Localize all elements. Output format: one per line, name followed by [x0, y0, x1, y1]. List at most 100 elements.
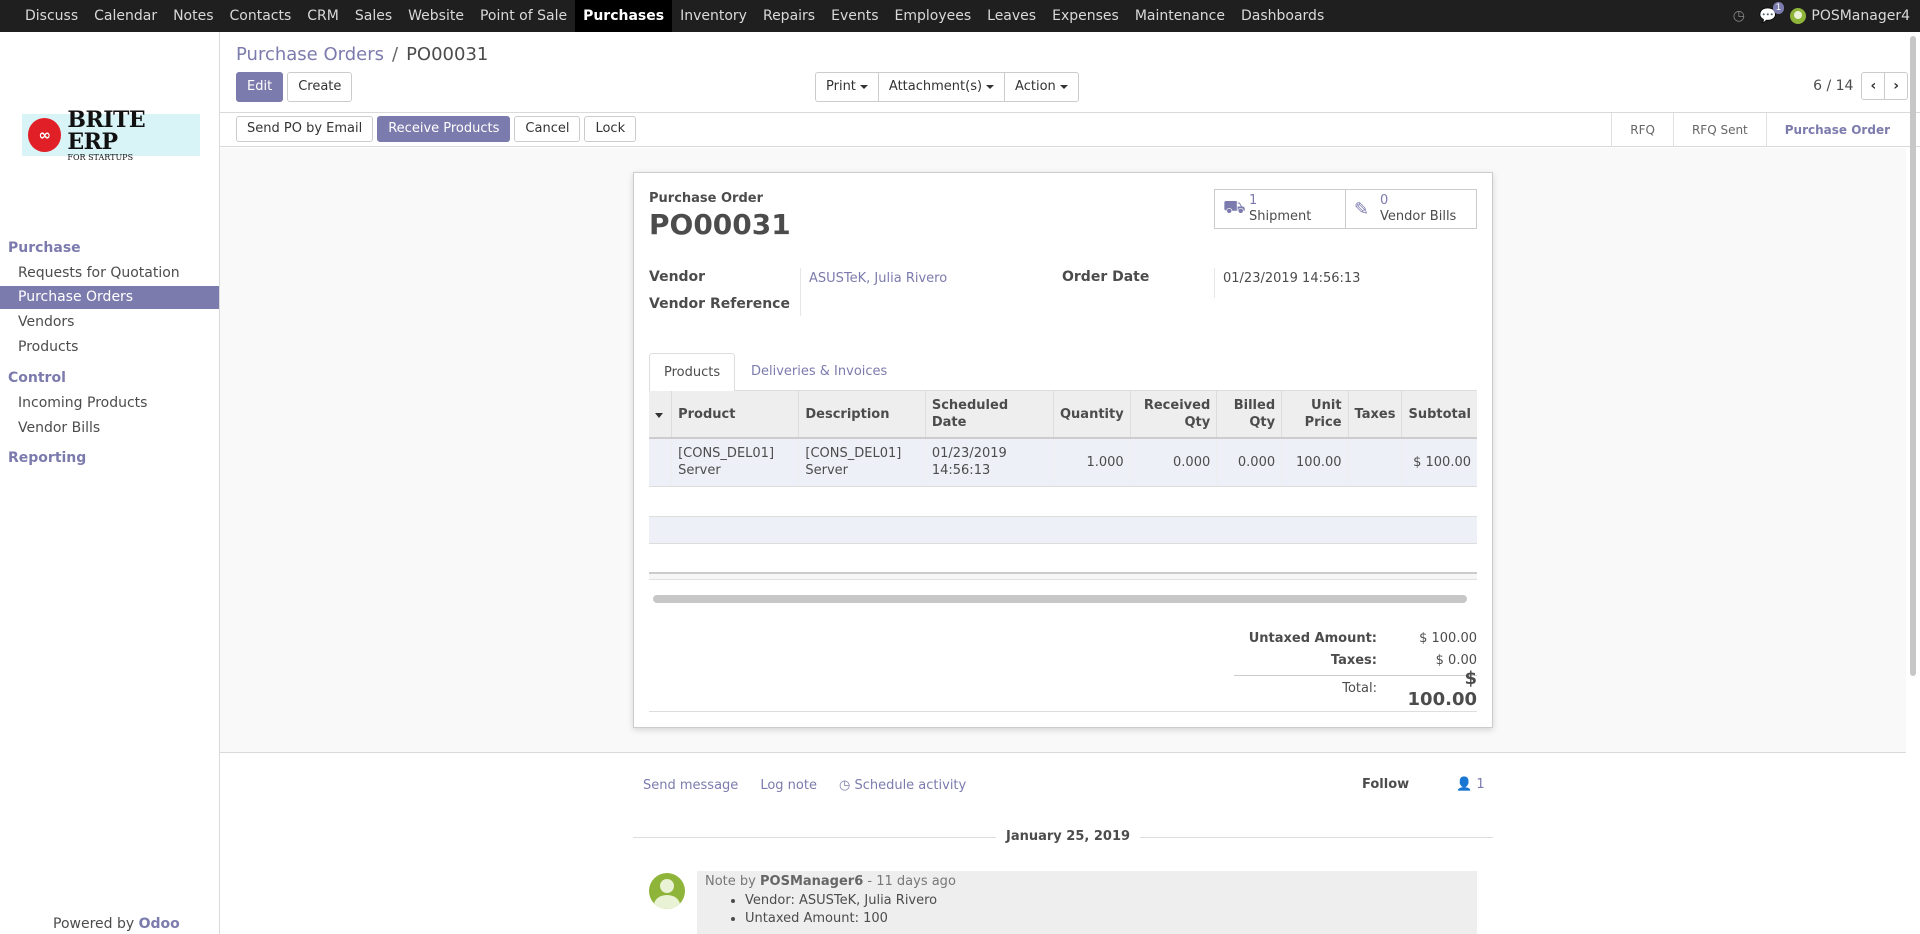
- col-subtotal[interactable]: Subtotal: [1401, 391, 1477, 439]
- section-purchase: Purchase: [8, 240, 81, 256]
- schedule-activity-button[interactable]: ◷ Schedule activity: [839, 778, 966, 793]
- col-product[interactable]: Product: [671, 391, 800, 439]
- action-dropdown[interactable]: Action: [1004, 72, 1079, 102]
- total-row: Total: $ 100.00: [1234, 668, 1477, 710]
- sort-handle-column[interactable]: [649, 391, 673, 439]
- col-taxes[interactable]: Taxes: [1348, 391, 1403, 439]
- menu-notes[interactable]: Notes: [165, 0, 221, 32]
- follow-button[interactable]: Follow: [1362, 777, 1409, 792]
- log-note-button[interactable]: Log note: [760, 778, 817, 793]
- send-message-button[interactable]: Send message: [643, 778, 738, 793]
- message-prefix: Note by: [705, 874, 756, 889]
- powered-by: Powered by Odoo: [53, 916, 180, 932]
- message-author[interactable]: POSManager6: [760, 874, 863, 889]
- vendor-link[interactable]: ASUSTeK, Julia Rivero: [809, 271, 947, 286]
- messages-badge: 1: [1772, 2, 1785, 14]
- menu-leaves[interactable]: Leaves: [979, 0, 1044, 32]
- menu-crm[interactable]: CRM: [299, 0, 347, 32]
- menu-discuss[interactable]: Discuss: [17, 0, 86, 32]
- top-navbar: Discuss Calendar Notes Contacts CRM Sale…: [0, 0, 1920, 32]
- po-number: PO00031: [649, 208, 791, 241]
- breadcrumb-purchase-orders[interactable]: Purchase Orders: [236, 44, 384, 65]
- menu-website[interactable]: Website: [400, 0, 472, 32]
- menu-maintenance[interactable]: Maintenance: [1127, 0, 1233, 32]
- form-sheet: Purchase Order PO00031 ⛟ 1 Shipment ✎ 0 Ve…: [633, 172, 1493, 728]
- vendor-bills-smart-button[interactable]: ✎ 0 Vendor Bills: [1345, 189, 1477, 229]
- menu-expenses[interactable]: Expenses: [1044, 0, 1127, 32]
- activity-clock-icon[interactable]: ◷: [1733, 8, 1745, 24]
- pager-value[interactable]: 6 / 14: [1813, 78, 1853, 94]
- powered-by-label: Powered by: [53, 916, 135, 932]
- row-handle-cell: [649, 438, 673, 487]
- list-item: Vendor: ASUSTeK, Julia Rivero: [745, 892, 1469, 910]
- sheet-divider: [649, 711, 1477, 712]
- receive-products-button[interactable]: Receive Products: [377, 116, 511, 142]
- sidebar-item-purchase-orders[interactable]: Purchase Orders: [0, 286, 219, 309]
- followers-count: 1: [1476, 777, 1485, 792]
- status-step-rfq[interactable]: RFQ: [1611, 113, 1673, 147]
- logo-subtext: FOR STARTUPS: [67, 152, 134, 162]
- sidebar: ∞ BRITE ERP FOR STARTUPS Purchase Reques…: [0, 32, 220, 934]
- menu-point-of-sale[interactable]: Point of Sale: [472, 0, 575, 32]
- scrollbar-thumb[interactable]: [1910, 36, 1916, 676]
- user-menu[interactable]: POSManager4: [1790, 8, 1910, 24]
- action-label: Action: [1015, 79, 1056, 94]
- sidebar-item-vendors[interactable]: Vendors: [0, 311, 219, 334]
- send-po-email-button[interactable]: Send PO by Email: [236, 116, 374, 142]
- menu-events[interactable]: Events: [823, 0, 886, 32]
- shipment-smart-button[interactable]: ⛟ 1 Shipment: [1214, 189, 1346, 229]
- pager-next-button[interactable]: ›: [1884, 72, 1908, 100]
- col-quantity[interactable]: Quantity: [1053, 391, 1131, 439]
- horizontal-scrollbar[interactable]: [653, 595, 1467, 603]
- status-step-purchase-order[interactable]: Purchase Order: [1765, 113, 1908, 147]
- menu-calendar[interactable]: Calendar: [86, 0, 165, 32]
- status-step-rfq-sent[interactable]: RFQ Sent: [1672, 113, 1766, 147]
- messages-icon[interactable]: 💬 1: [1759, 2, 1785, 24]
- section-reporting[interactable]: Reporting: [8, 450, 86, 466]
- cell-quantity: 1.000: [1053, 438, 1131, 487]
- empty-line-row: [649, 516, 1477, 544]
- tab-deliveries-invoices[interactable]: Deliveries & Invoices: [737, 353, 901, 392]
- vendor-reference-label: Vendor Reference: [649, 296, 790, 312]
- col-unit-price[interactable]: Unit Price: [1281, 391, 1349, 439]
- col-received-qty[interactable]: Received Qty: [1130, 391, 1218, 439]
- table-row[interactable]: [CONS_DEL01] Server [CONS_DEL01] Server …: [649, 438, 1477, 487]
- cancel-button[interactable]: Cancel: [514, 116, 581, 142]
- menu-dashboards[interactable]: Dashboards: [1233, 0, 1332, 32]
- odoo-link[interactable]: Odoo: [139, 916, 180, 932]
- menu-inventory[interactable]: Inventory: [672, 0, 755, 32]
- notebook-tabs: Products Deliveries & Invoices: [649, 353, 1477, 392]
- sidebar-item-vendor-bills[interactable]: Vendor Bills: [0, 417, 219, 440]
- menu-sales[interactable]: Sales: [347, 0, 400, 32]
- caret-down-icon: [986, 84, 995, 89]
- caret-down-icon: [1059, 84, 1068, 89]
- attachments-label: Attachment(s): [888, 79, 983, 94]
- schedule-activity-label: Schedule activity: [854, 778, 967, 793]
- sidebar-item-requests-for-quotation[interactable]: Requests for Quotation: [0, 262, 219, 285]
- col-description[interactable]: Description: [798, 391, 926, 439]
- caret-down-icon: [859, 84, 868, 89]
- sidebar-item-incoming-products[interactable]: Incoming Products: [0, 392, 219, 415]
- create-button[interactable]: Create: [287, 72, 353, 102]
- print-dropdown[interactable]: Print: [815, 72, 879, 102]
- author-avatar[interactable]: [649, 873, 685, 909]
- menu-repairs[interactable]: Repairs: [755, 0, 823, 32]
- menu-employees[interactable]: Employees: [887, 0, 980, 32]
- attachments-dropdown[interactable]: Attachment(s): [877, 72, 1006, 102]
- form-buttons: Edit Create: [236, 72, 353, 102]
- tab-products[interactable]: Products: [649, 353, 736, 392]
- followers-button[interactable]: 👤 1: [1456, 777, 1485, 792]
- edit-button[interactable]: Edit: [236, 72, 284, 102]
- col-billed-qty[interactable]: Billed Qty: [1216, 391, 1283, 439]
- sidebar-item-products[interactable]: Products: [0, 336, 219, 359]
- vertical-scrollbar[interactable]: [1908, 32, 1918, 680]
- pager-previous-button[interactable]: ‹: [1861, 72, 1886, 100]
- cell-billed-qty: 0.000: [1216, 438, 1283, 487]
- total-value: $ 100.00: [1407, 667, 1477, 710]
- sort-caret-icon: [655, 412, 663, 418]
- menu-contacts[interactable]: Contacts: [222, 0, 300, 32]
- lock-button[interactable]: Lock: [584, 116, 637, 142]
- col-scheduled-date[interactable]: Scheduled Date: [925, 391, 1055, 439]
- cell-received-qty: 0.000: [1130, 438, 1218, 487]
- menu-purchases[interactable]: Purchases: [575, 0, 673, 32]
